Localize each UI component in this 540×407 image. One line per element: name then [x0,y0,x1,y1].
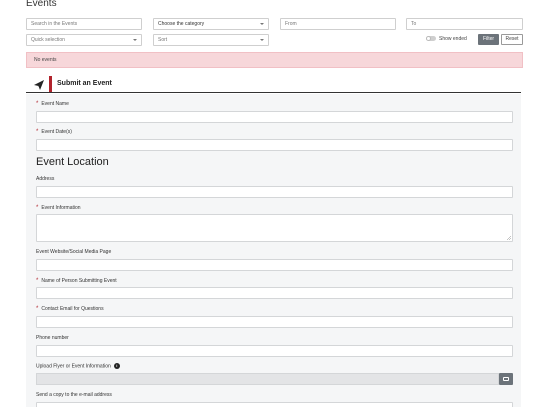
required-marker: * [36,278,39,284]
website-input[interactable] [36,259,513,271]
submitter-name-label: * Name of Person Submitting Event [36,278,117,284]
website-label: Event Website/Social Media Page [36,249,112,255]
chevron-down-icon [260,39,264,41]
info-icon[interactable]: i [113,363,120,369]
quick-selection-label: Quick selection [31,37,65,43]
event-dates-input[interactable] [36,139,513,151]
browse-file-button[interactable] [499,373,513,385]
submit-event-title: Submit an Event [57,80,112,87]
required-marker: * [36,205,39,211]
reset-button[interactable]: Reset [501,34,523,45]
resize-handle-icon[interactable] [507,236,511,240]
event-location-heading: Event Location [36,156,109,168]
contact-email-label: * Contact Email for Questions [36,306,104,312]
send-copy-email-input[interactable] [36,402,513,407]
chevron-down-icon [133,39,137,41]
accent-bar [49,76,52,92]
sort-label: Sort [158,37,168,43]
required-marker: * [36,101,39,107]
event-information-label-text: Event Information [41,205,81,211]
event-name-label: * Event Name [36,101,69,107]
contact-email-input[interactable] [36,316,513,328]
upload-flyer-label: Upload Flyer or Event Information i [36,363,120,369]
sort-select[interactable]: Sort [153,34,269,46]
chevron-down-icon [260,23,264,25]
search-input[interactable]: Search in the Events [26,18,142,30]
required-marker: * [36,306,39,312]
paper-plane-icon [34,80,44,90]
event-dates-label: * Event Date(s) [36,129,72,135]
no-events-alert: No events [26,52,523,68]
address-label: Address [36,176,55,182]
phone-label: Phone number [36,335,69,341]
folder-icon [503,377,509,381]
send-copy-label: Send a copy to the e-mail address [36,392,112,398]
event-information-label: * Event Information [36,205,81,211]
submitter-name-input[interactable] [36,287,513,299]
submit-event-header: Submit an Event [26,76,521,94]
event-dates-label-text: Event Date(s) [41,129,72,135]
toggle-knob [426,36,431,41]
filter-button[interactable]: Filter [478,34,499,45]
address-input[interactable] [36,186,513,198]
event-name-input[interactable] [36,111,513,123]
upload-flyer-field[interactable] [36,373,499,385]
show-ended-label: Show ended [439,36,467,42]
show-ended-toggle[interactable] [426,36,436,41]
category-select[interactable]: Choose the category [153,18,269,30]
category-select-label: Choose the category [158,21,205,27]
event-name-label-text: Event Name [41,101,69,107]
contact-email-label-text: Contact Email for Questions [41,306,104,312]
upload-flyer-label-text: Upload Flyer or Event Information [36,363,111,370]
submitter-name-label-text: Name of Person Submitting Event [41,278,117,284]
required-marker: * [36,129,39,135]
event-information-textarea[interactable] [36,214,513,242]
page-title: Events [26,0,57,9]
quick-selection-select[interactable]: Quick selection [26,34,142,46]
header-divider [26,92,521,93]
date-to-input[interactable]: To [406,18,523,30]
date-from-input[interactable]: From [280,18,396,30]
phone-input[interactable] [36,345,513,357]
